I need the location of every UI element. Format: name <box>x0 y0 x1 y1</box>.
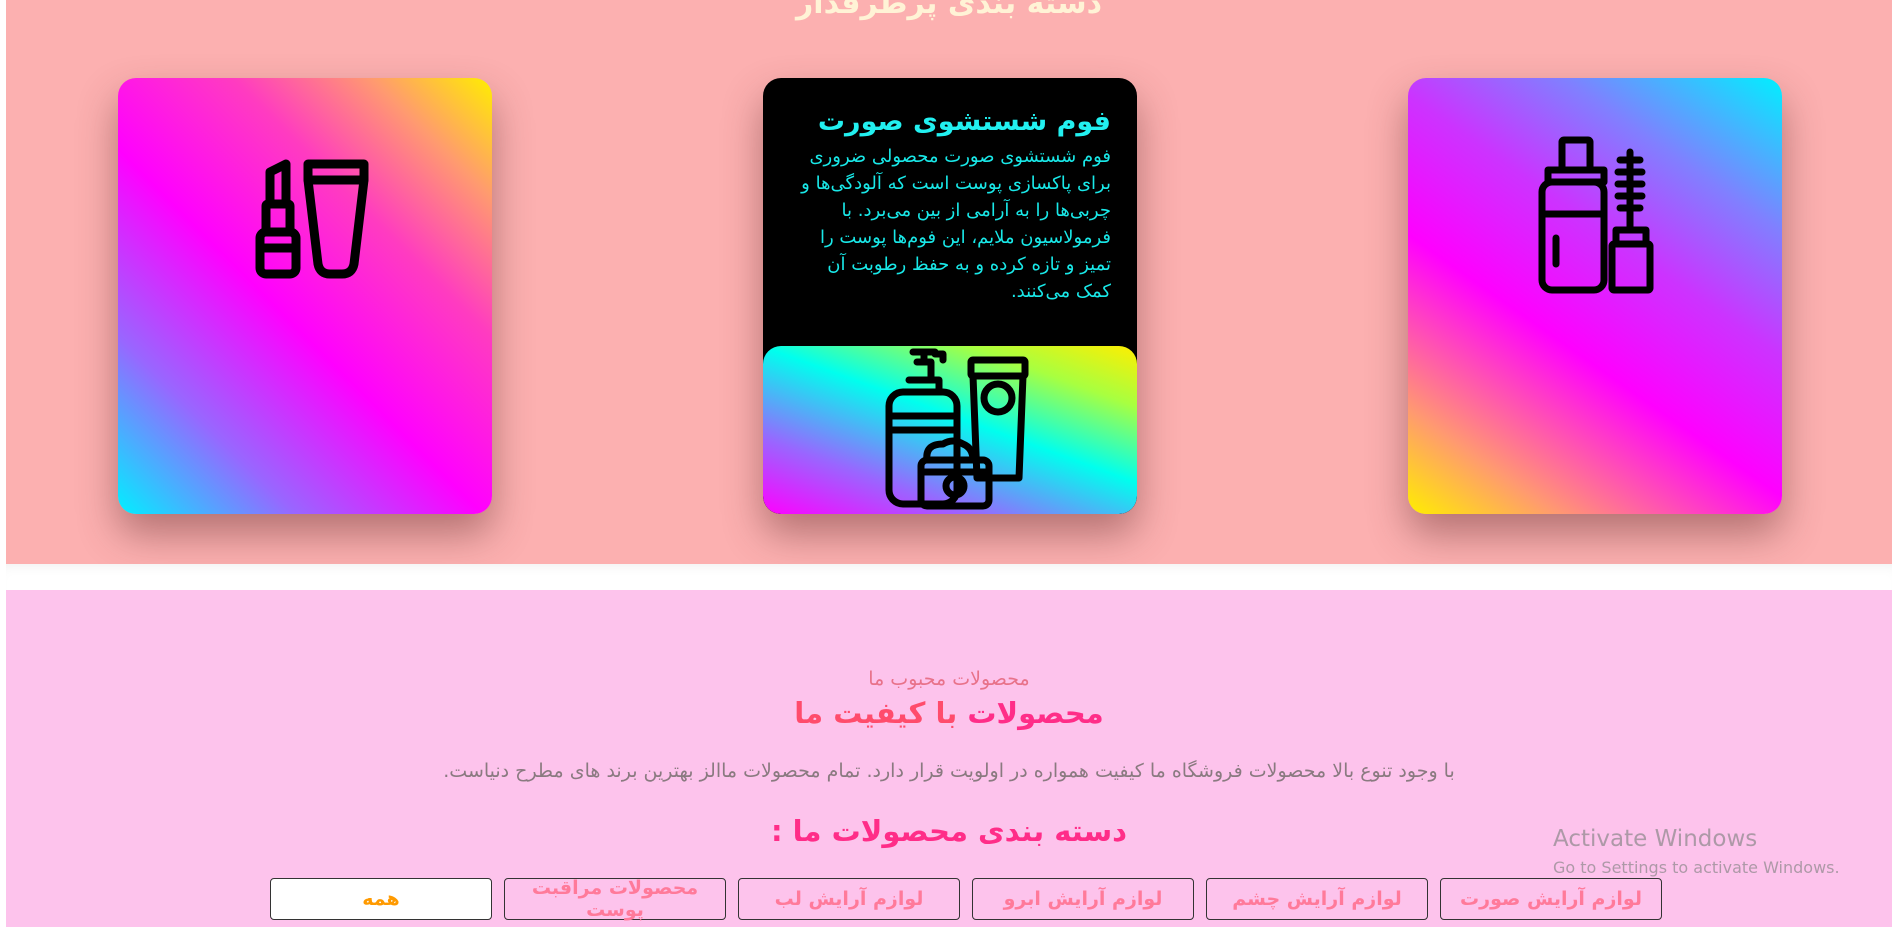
foundation-mascara-icon <box>1538 136 1654 294</box>
heading-part-products: محصولات <box>967 696 1104 730</box>
lipstick-cream-icon <box>255 159 369 279</box>
category-card-eye-makeup[interactable] <box>1408 78 1782 514</box>
featured-title: دسته بندی پرطرفدار <box>796 0 1102 21</box>
filter-eye-makeup-button[interactable]: لوازم آرایش چشم <box>1206 878 1428 920</box>
filter-skincare-button[interactable]: محصولات مراقبت پوست <box>504 877 726 921</box>
skincare-products-icon <box>885 348 1029 510</box>
watermark-subtitle: Go to Settings to activate Windows. <box>1553 858 1840 877</box>
filter-lip-makeup-button[interactable]: لوازم آرایش لب <box>738 878 960 920</box>
products-heading: محصولات با کیفیت ما <box>6 696 1892 730</box>
heading-part-quality: با کیفیت ما <box>794 696 958 730</box>
section-divider <box>6 564 1892 590</box>
card-title: فوم شستشوی صورت <box>817 106 1111 137</box>
card-image <box>763 346 1137 514</box>
products-description: با وجود تنوع بالا محصولات فروشگاه ما کیف… <box>443 760 1455 782</box>
products-subtitle: محصولات محبوب ما <box>868 668 1030 690</box>
filter-all-button[interactable]: همه <box>270 878 492 920</box>
card-text-block: فوم شستشوی صورت فوم شستشوی صورت محصولی ض… <box>789 106 1111 305</box>
filter-face-makeup-button[interactable]: لوازم آرایش صورت <box>1440 878 1662 920</box>
filter-eyebrow-makeup-button[interactable]: لوازم آرایش ابرو <box>972 878 1194 920</box>
category-filters: لوازم آرایش صورت لوازم آرایش چشم لوازم آ… <box>249 877 1662 922</box>
featured-categories-section: دسته بندی پرطرفدار فوم شستشوی صورت فوم ش… <box>6 0 1892 564</box>
watermark-title: Activate Windows <box>1553 826 1758 852</box>
windows-activation-watermark: Activate Windows Go to Settings to activ… <box>1553 826 1840 877</box>
category-card-face-wash[interactable]: فوم شستشوی صورت فوم شستشوی صورت محصولی ض… <box>763 78 1137 514</box>
category-card-makeup[interactable] <box>118 78 492 514</box>
card-description: فوم شستشوی صورت محصولی ضروری برای پاکساز… <box>801 146 1111 302</box>
